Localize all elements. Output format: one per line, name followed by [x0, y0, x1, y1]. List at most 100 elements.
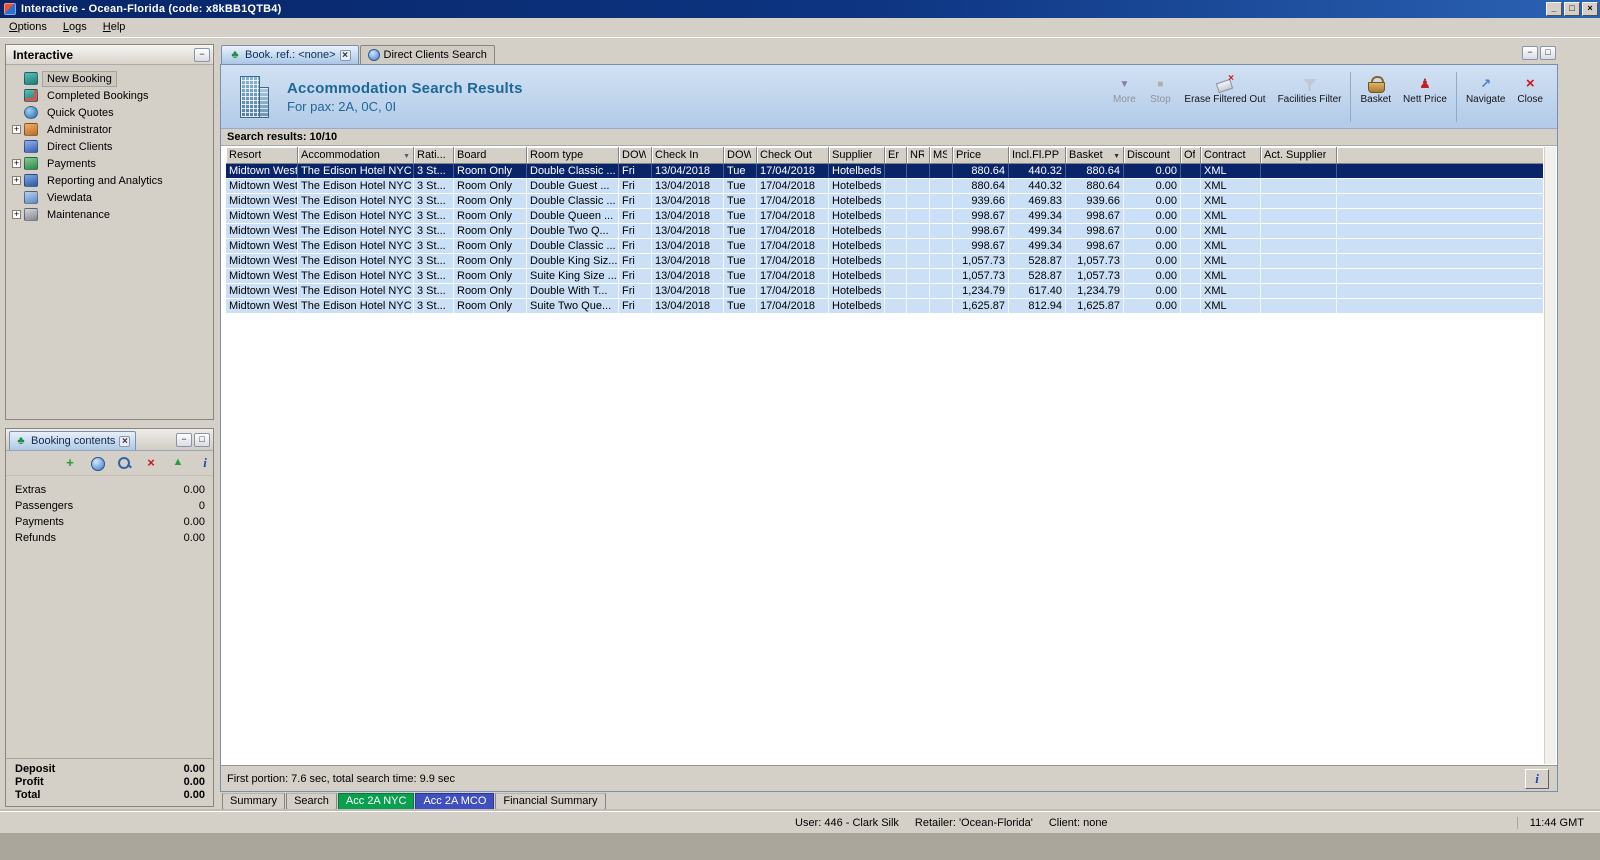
toolbar-button[interactable]: Facilities Filter [1272, 72, 1348, 122]
column-header[interactable]: Accommodation [298, 147, 414, 164]
sidebar-item[interactable]: + New Booking [9, 70, 211, 87]
result-row[interactable]: Midtown West The Edison Hotel NYC 3 St..… [226, 224, 1543, 239]
bottom-tab[interactable]: Acc 2A MCO [415, 793, 495, 810]
add-icon[interactable]: + [62, 455, 78, 471]
toolbar-button[interactable]: Basket [1350, 71, 1397, 122]
workspace-tab[interactable]: Book. ref.: <none> × [221, 45, 359, 64]
column-header[interactable]: MS [930, 147, 953, 164]
cell-board: Room Only [454, 299, 527, 313]
cell-ms [930, 179, 953, 193]
expander-icon[interactable]: + [12, 159, 21, 168]
maximize-icon[interactable]: □ [1564, 2, 1580, 16]
column-header[interactable]: Basket [1066, 147, 1124, 164]
cell-contract: XML [1201, 284, 1261, 298]
sidebar-item[interactable]: + Administrator [9, 121, 211, 138]
cell-check-in: 13/04/2018 [652, 284, 724, 298]
column-header[interactable]: Incl.Fl.PP [1009, 147, 1066, 164]
cell-price: 998.67 [953, 239, 1009, 253]
column-header[interactable]: Rati... [414, 147, 454, 164]
minimize-icon[interactable]: _ [1546, 2, 1562, 16]
titlebar[interactable]: Interactive - Ocean-Florida (code: x8kBB… [0, 0, 1600, 18]
maximize-icon[interactable]: □ [194, 433, 210, 447]
sidebar-item[interactable]: + Maintenance [9, 206, 211, 223]
column-header[interactable]: Supplier [829, 147, 885, 164]
sidebar-item[interactable]: + Direct Clients [9, 138, 211, 155]
column-header[interactable]: Check In [652, 147, 724, 164]
toolbar-button[interactable]: Nett Price [1397, 72, 1453, 122]
sidebar-item[interactable]: + Payments [9, 155, 211, 172]
minimize-icon[interactable]: − [176, 433, 192, 447]
menu-item[interactable]: Options [1, 19, 55, 36]
result-row[interactable]: Midtown West The Edison Hotel NYC 3 St..… [226, 194, 1543, 209]
cell-accommodation: The Edison Hotel NYC [298, 299, 414, 313]
bottom-tab[interactable]: Summary [222, 793, 286, 810]
result-row[interactable]: Midtown West The Edison Hotel NYC 3 St..… [226, 209, 1543, 224]
toolbar-button[interactable]: Stop [1142, 72, 1178, 122]
cell-check-in: 13/04/2018 [652, 179, 724, 193]
menu-item[interactable]: Logs [55, 19, 95, 36]
close-tab-icon[interactable]: × [339, 49, 351, 61]
booking-row-value: 0.00 [183, 484, 205, 496]
maximize-icon[interactable]: □ [1540, 46, 1556, 60]
cell-check-in: 13/04/2018 [652, 194, 724, 208]
column-header[interactable]: Check Out [757, 147, 829, 164]
toolbar-button[interactable]: More [1106, 72, 1142, 122]
expander-icon[interactable]: + [12, 125, 21, 134]
search-icon[interactable] [116, 455, 132, 471]
column-header[interactable]: NR [907, 147, 930, 164]
expander-icon[interactable]: + [12, 210, 21, 219]
column-header[interactable]: Act. Supplier [1261, 147, 1337, 164]
column-header[interactable]: Price [953, 147, 1009, 164]
result-row[interactable]: Midtown West The Edison Hotel NYC 3 St..… [226, 284, 1543, 299]
result-row[interactable]: Midtown West The Edison Hotel NYC 3 St..… [226, 179, 1543, 194]
booking-row-value: 0 [198, 500, 205, 512]
column-header[interactable]: Contract [1201, 147, 1261, 164]
column-header[interactable]: Board [454, 147, 527, 164]
booking-total-label: Profit [15, 775, 44, 788]
sidebar-item[interactable]: + Quick Quotes [9, 104, 211, 121]
minimize-icon[interactable]: − [1522, 46, 1538, 60]
interactive-panel: Interactive − + New Booking + Completed … [5, 44, 214, 420]
column-header[interactable]: DOW [724, 147, 757, 164]
vertical-scrollbar[interactable] [1544, 147, 1556, 764]
booking-contents-tab[interactable]: Booking contents × [9, 431, 137, 450]
expander-icon[interactable]: + [12, 176, 21, 185]
result-row[interactable]: Midtown West The Edison Hotel NYC 3 St..… [226, 254, 1543, 269]
delete-icon[interactable]: × [143, 455, 159, 471]
result-row[interactable]: Midtown West The Edison Hotel NYC 3 St..… [226, 239, 1543, 254]
bottom-tab[interactable]: Acc 2A NYC [337, 793, 415, 810]
cell-incl-fl-pp: 440.32 [1009, 179, 1066, 193]
menu-item[interactable]: Help [95, 19, 134, 36]
cell-er [885, 224, 907, 238]
cell-basket: 998.67 [1066, 224, 1124, 238]
toolbar-button[interactable]: Erase Filtered Out [1178, 71, 1271, 122]
close-tab-icon[interactable]: × [119, 435, 131, 447]
sidebar-item[interactable]: + Viewdata [9, 189, 211, 206]
column-header[interactable]: Er [885, 147, 907, 164]
bottom-tab[interactable]: Financial Summary [495, 793, 606, 810]
sidebar-item[interactable]: + Completed Bookings [9, 87, 211, 104]
result-row[interactable]: Midtown West The Edison Hotel NYC 3 St..… [226, 269, 1543, 284]
toolbar-button[interactable]: Close [1511, 72, 1549, 122]
bottom-tab[interactable]: Search [286, 793, 337, 810]
sidebar-item[interactable]: + Reporting and Analytics [9, 172, 211, 189]
collapse-panel-icon[interactable]: − [194, 47, 210, 62]
info-icon[interactable]: i [1525, 768, 1549, 789]
result-row[interactable]: Midtown West The Edison Hotel NYC 3 St..… [226, 299, 1543, 314]
info-icon[interactable]: i [197, 455, 213, 471]
import-icon[interactable]: ▲ [170, 455, 186, 471]
result-row[interactable]: Midtown West The Edison Hotel NYC 3 St..… [226, 164, 1543, 179]
cell-accommodation: The Edison Hotel NYC [298, 254, 414, 268]
column-header[interactable]: Resort [226, 147, 298, 164]
cell-accommodation: The Edison Hotel NYC [298, 269, 414, 283]
column-header[interactable]: DOW [619, 147, 652, 164]
column-header[interactable]: Room type [527, 147, 619, 164]
close-icon[interactable]: × [1582, 2, 1598, 16]
workspace-tab[interactable]: Direct Clients Search × [359, 45, 495, 64]
column-header[interactable]: Discount [1124, 147, 1181, 164]
cell-room-type: Double Two Q... [527, 224, 619, 238]
column-header[interactable]: Of [1181, 147, 1201, 164]
cell-board: Room Only [454, 164, 527, 178]
toolbar-button[interactable]: Navigate [1455, 71, 1511, 122]
globe-icon[interactable] [89, 455, 105, 471]
